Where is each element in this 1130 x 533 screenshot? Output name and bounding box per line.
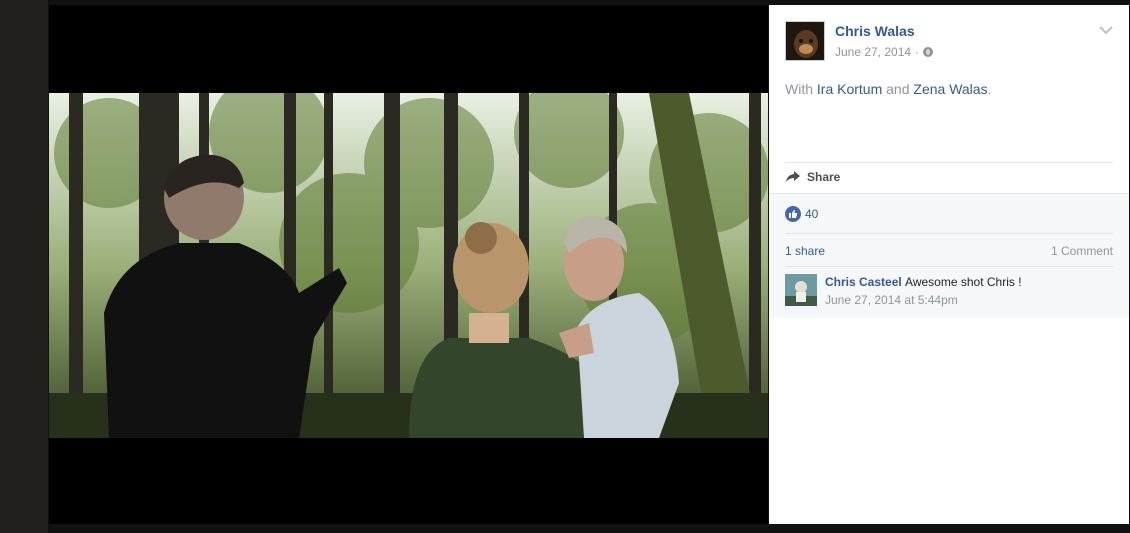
likes-count: 40 bbox=[805, 207, 819, 221]
author-avatar[interactable] bbox=[785, 21, 825, 61]
comment-text: Awesome shot Chris ! bbox=[905, 275, 1022, 289]
post-date-link[interactable]: June 27, 2014 bbox=[835, 45, 911, 59]
photo bbox=[49, 93, 768, 438]
divider bbox=[785, 162, 1113, 163]
thumbs-up-icon bbox=[785, 206, 801, 222]
globe-icon[interactable] bbox=[923, 47, 934, 57]
stats-row: 1 share 1 Comment bbox=[785, 244, 1113, 258]
likes-summary[interactable]: 40 bbox=[785, 206, 818, 222]
feedback-section: 40 1 share 1 Comment Chris Casteel Aweso… bbox=[769, 193, 1129, 318]
comments-link[interactable]: 1 Comment bbox=[1051, 244, 1113, 258]
tagged-person-link-1[interactable]: Ira Kortum bbox=[817, 81, 882, 97]
tag-joiner: and bbox=[886, 81, 910, 97]
with-prefix: With bbox=[785, 81, 813, 97]
divider bbox=[785, 266, 1113, 267]
post-meta: June 27, 2014 · bbox=[835, 45, 934, 59]
photo-stage[interactable] bbox=[49, 5, 768, 524]
divider bbox=[785, 233, 1113, 234]
chevron-down-icon[interactable] bbox=[1099, 25, 1113, 35]
comment-body: Chris Casteel Awesome shot Chris ! bbox=[825, 275, 1022, 289]
share-label: Share bbox=[807, 170, 841, 184]
background-photo-strip bbox=[0, 0, 48, 533]
author-name-link[interactable]: Chris Walas bbox=[835, 23, 915, 39]
share-arrow-icon bbox=[786, 171, 800, 182]
meta-separator: · bbox=[915, 45, 920, 59]
tagged-person-link-2[interactable]: Zena Walas bbox=[913, 81, 987, 97]
share-button[interactable]: Share bbox=[785, 170, 840, 184]
tag-end: . bbox=[987, 81, 992, 97]
commenter-avatar[interactable] bbox=[785, 274, 817, 306]
tagged-people: With Ira Kortum and Zena Walas. bbox=[785, 81, 991, 97]
comment-timestamp[interactable]: June 27, 2014 at 5:44pm bbox=[825, 293, 958, 307]
post-side-panel: Chris Walas June 27, 2014 · With Ira Kor… bbox=[769, 5, 1129, 524]
shares-link[interactable]: 1 share bbox=[785, 244, 825, 258]
commenter-name-link[interactable]: Chris Casteel bbox=[825, 275, 902, 289]
